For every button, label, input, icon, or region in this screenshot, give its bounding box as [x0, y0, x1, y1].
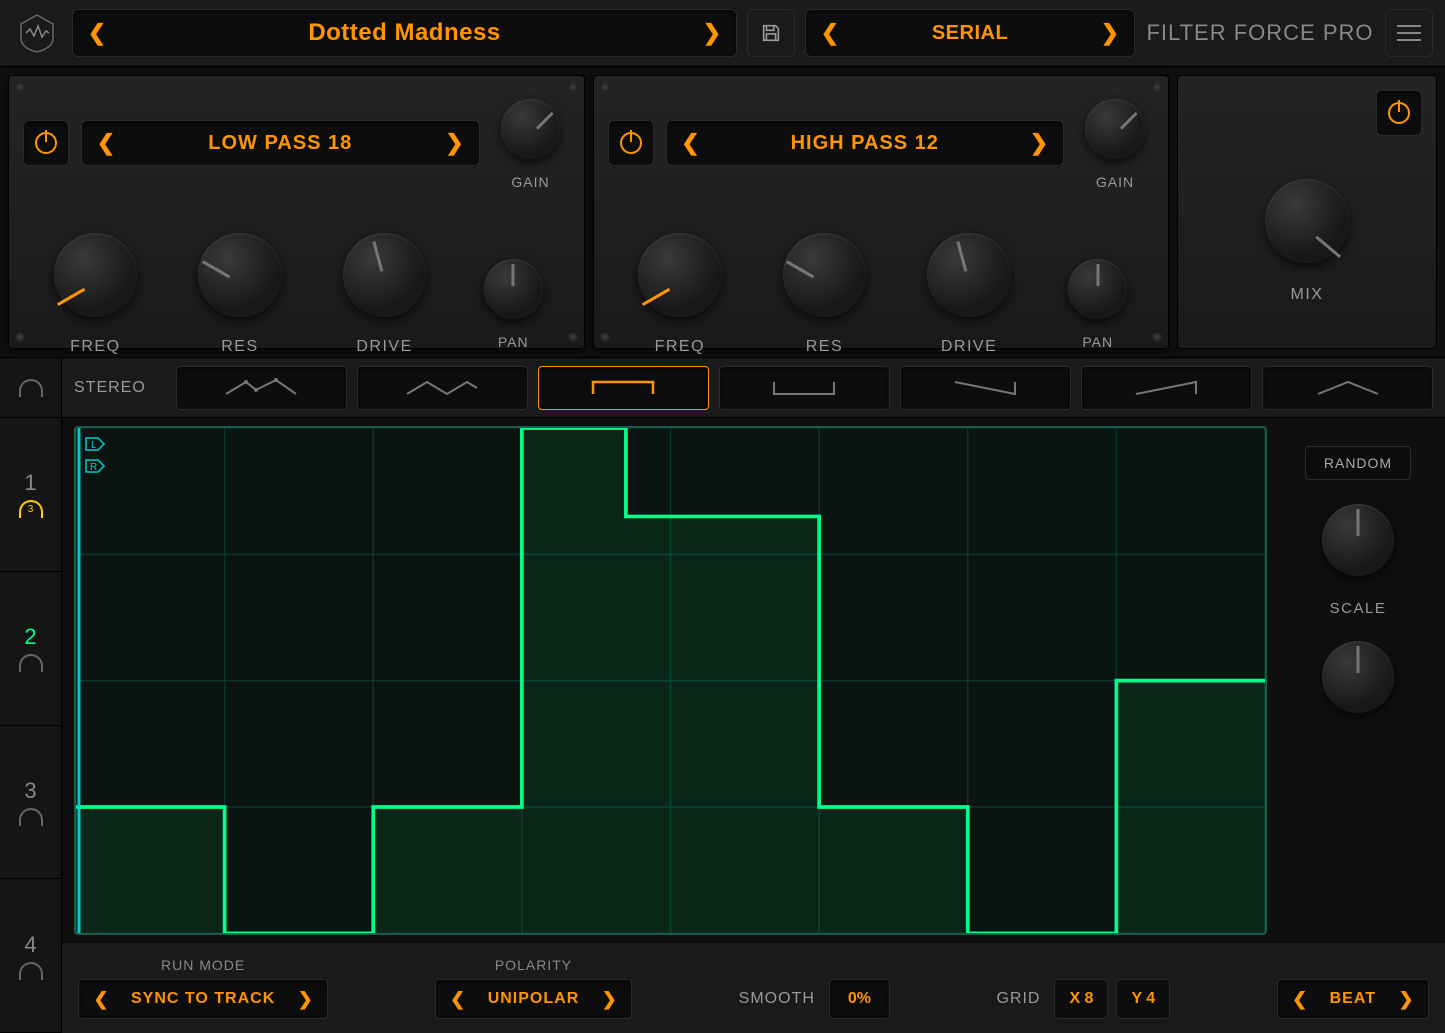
lfo-waveform-editor[interactable]: L R	[74, 426, 1267, 935]
lfo-slot-3[interactable]: 3	[0, 726, 61, 880]
filter2-res-knob[interactable]	[769, 220, 879, 330]
save-icon	[760, 22, 782, 44]
polarity-prev[interactable]: ❮	[442, 980, 474, 1018]
app-logo	[12, 8, 62, 58]
shape-peak-button[interactable]	[1262, 366, 1433, 410]
rate-prev[interactable]: ❮	[1284, 980, 1316, 1018]
mix-knob[interactable]	[1252, 166, 1362, 276]
rate-value[interactable]: BEAT	[1316, 990, 1390, 1008]
stereo-label: STEREO	[74, 379, 146, 397]
filter1-type-selector: ❮ LOW PASS 18 ❯	[81, 120, 480, 166]
filter1-type-next[interactable]: ❯	[431, 121, 479, 165]
headset-icon	[19, 654, 43, 672]
lfo-slot-2[interactable]: 2	[0, 572, 61, 726]
filter2-type-prev[interactable]: ❮	[667, 121, 715, 165]
routing-value[interactable]: SERIAL	[854, 22, 1086, 45]
power-icon	[35, 132, 57, 154]
grid-x-value[interactable]: X 8	[1054, 979, 1108, 1019]
routing-browser: ❮ SERIAL ❯	[805, 9, 1135, 57]
filter1-power-button[interactable]	[23, 120, 69, 166]
grid-label: GRID	[996, 990, 1040, 1008]
menu-button[interactable]	[1385, 9, 1433, 57]
lfo-slot-1[interactable]: 1	[0, 418, 61, 572]
filter1-freq-knob[interactable]	[40, 220, 150, 330]
scale-knob[interactable]	[1310, 492, 1406, 588]
preset-name[interactable]: Dotted Madness	[121, 19, 688, 47]
svg-text:L: L	[91, 440, 97, 451]
headset-icon	[19, 500, 43, 518]
gain-label: GAIN	[511, 174, 549, 190]
shape-triangle-button[interactable]	[357, 366, 528, 410]
filter2-gain-knob[interactable]	[1076, 90, 1154, 168]
filter1-gain-knob[interactable]	[492, 90, 570, 168]
filter2-panel: ❮ HIGH PASS 12 ❯ GAIN FREQ RES DRIVE PAN	[593, 75, 1170, 349]
grid-y-value[interactable]: Y 4	[1116, 979, 1170, 1019]
right-channel-tag: R	[84, 458, 106, 474]
lfo-slot-4[interactable]: 4	[0, 879, 61, 1033]
save-button[interactable]	[747, 9, 795, 57]
filter1-drive-knob[interactable]	[330, 220, 440, 330]
polarity-selector: ❮ UNIPOLAR ❯	[435, 979, 633, 1019]
shape-custom-button[interactable]	[176, 366, 347, 410]
filter1-panel: ❮ LOW PASS 18 ❯ GAIN FREQ RES DRIVE PAN	[8, 75, 585, 349]
headset-icon	[19, 808, 43, 826]
preset-browser: ❮ Dotted Madness ❯	[72, 9, 737, 57]
filter2-type-selector: ❮ HIGH PASS 12 ❯	[666, 120, 1065, 166]
run-mode-selector: ❮ SYNC TO TRACK ❯	[78, 979, 328, 1019]
shape-saw-down-button[interactable]	[900, 366, 1071, 410]
headset-icon	[19, 962, 43, 980]
rate-selector: ❮ BEAT ❯	[1277, 979, 1429, 1019]
app-title: FILTER FORCE PRO	[1145, 20, 1375, 46]
run-mode-label: RUN MODE	[78, 957, 328, 973]
power-icon	[620, 132, 642, 154]
filter1-pan-knob[interactable]	[474, 250, 552, 328]
filter1-res-knob[interactable]	[185, 220, 295, 330]
polarity-label: POLARITY	[435, 957, 633, 973]
random-button[interactable]: RANDOM	[1305, 446, 1411, 480]
filter1-type-prev[interactable]: ❮	[82, 121, 130, 165]
run-mode-value[interactable]: SYNC TO TRACK	[117, 990, 289, 1008]
master-power-button[interactable]	[1376, 90, 1422, 136]
routing-next-button[interactable]: ❯	[1086, 10, 1134, 56]
filter2-pan-knob[interactable]	[1059, 250, 1137, 328]
offset-knob[interactable]	[1310, 629, 1406, 725]
filter2-power-button[interactable]	[608, 120, 654, 166]
filter2-type-next[interactable]: ❯	[1015, 121, 1063, 165]
routing-prev-button[interactable]: ❮	[806, 10, 854, 56]
rate-next[interactable]: ❯	[1390, 980, 1422, 1018]
run-mode-next[interactable]: ❯	[289, 980, 321, 1018]
lfo-sidebar: 1 2 3 4	[0, 358, 62, 1033]
smooth-value[interactable]: 0%	[829, 979, 890, 1019]
polarity-next[interactable]: ❯	[593, 980, 625, 1018]
filter2-type-name[interactable]: HIGH PASS 12	[715, 132, 1016, 155]
shape-square-up-button[interactable]	[538, 366, 709, 410]
polarity-value[interactable]: UNIPOLAR	[474, 990, 594, 1008]
mix-panel: MIX	[1177, 75, 1437, 349]
stereo-headset-toggle[interactable]	[0, 358, 61, 418]
filter2-freq-knob[interactable]	[625, 220, 735, 330]
shape-square-down-button[interactable]	[719, 366, 890, 410]
filter2-drive-knob[interactable]	[914, 220, 1024, 330]
preset-next-button[interactable]: ❯	[688, 10, 736, 56]
run-mode-prev[interactable]: ❮	[85, 980, 117, 1018]
left-channel-tag: L	[84, 436, 106, 452]
preset-prev-button[interactable]: ❮	[73, 10, 121, 56]
power-icon	[1388, 102, 1410, 124]
svg-text:R: R	[90, 462, 97, 473]
filter1-type-name[interactable]: LOW PASS 18	[130, 132, 431, 155]
smooth-label: SMOOTH	[739, 990, 815, 1008]
shape-saw-up-button[interactable]	[1081, 366, 1252, 410]
